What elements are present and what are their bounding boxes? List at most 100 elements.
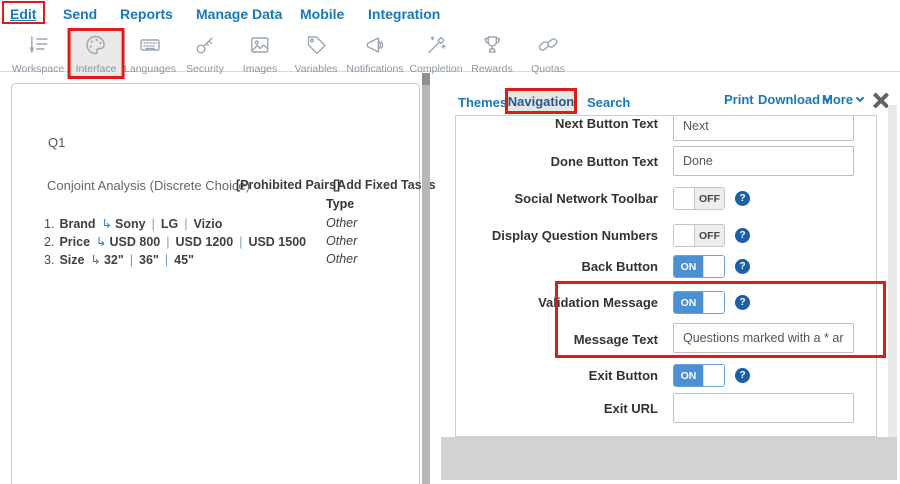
chain-icon: [536, 33, 560, 62]
attribute-number: 2.: [44, 235, 54, 249]
toolbar-item-label: Interface: [76, 63, 117, 75]
toggle-knob: [703, 256, 724, 277]
message-text-input[interactable]: [673, 323, 854, 353]
scrollbar-thumb[interactable]: [422, 73, 430, 85]
attribute-type: Other: [326, 252, 357, 266]
form-footer: Save Changes Cancel: [441, 437, 897, 480]
nav-item-edit[interactable]: Edit: [10, 6, 36, 22]
attribute-level: Sony: [115, 217, 146, 231]
toggle-state-label: ON: [674, 365, 703, 386]
nav-item-reports[interactable]: Reports: [120, 6, 173, 22]
toolbar-item-languages[interactable]: Languages: [116, 28, 184, 79]
survey-preview-panel: Q1 Conjoint Analysis (Discrete Choice) […: [11, 83, 420, 484]
tab-search[interactable]: Search: [587, 95, 630, 110]
social-network-toolbar-label: Social Network Toolbar: [456, 191, 658, 206]
next-button-text-label: Next Button Text: [456, 116, 658, 131]
tag-icon: [304, 33, 328, 62]
nav-item-integration[interactable]: Integration: [368, 6, 440, 22]
toolbar-item-label: Quotas: [531, 63, 565, 75]
palette-icon: [84, 33, 108, 62]
attribute-name: Price: [59, 235, 90, 249]
toggle-knob: [674, 225, 695, 246]
help-icon[interactable]: [735, 368, 750, 383]
attribute-row-brand[interactable]: 1.Brand↳Sony|LG|Vizio: [44, 216, 222, 231]
attribute-level: USD 800: [110, 235, 161, 249]
attribute-name: Size: [59, 253, 84, 267]
social-network-toolbar-toggle[interactable]: OFF: [673, 187, 725, 210]
print-link[interactable]: Print: [724, 92, 754, 107]
nav-item-send[interactable]: Send: [63, 6, 97, 22]
edit-toolbar: Workspace Interface Languages Security I…: [0, 30, 900, 72]
done-button-text-label: Done Button Text: [456, 154, 658, 169]
back-button-toggle[interactable]: ON: [673, 255, 725, 278]
attribute-number: 1.: [44, 217, 54, 231]
toolbar-item-label: Completion: [409, 63, 462, 75]
help-icon[interactable]: [735, 259, 750, 274]
validation-message-toggle[interactable]: ON: [673, 291, 725, 314]
level-arrow-icon: ↳: [96, 234, 106, 249]
level-separator: |: [239, 235, 242, 249]
image-icon: [248, 33, 272, 62]
display-question-numbers-toggle[interactable]: OFF: [673, 224, 725, 247]
level-separator: |: [130, 253, 133, 267]
toolbar-item-label: Rewards: [471, 63, 512, 75]
toolbar-item-rewards[interactable]: Rewards: [463, 28, 520, 79]
close-icon[interactable]: [872, 92, 889, 109]
nav-item-mobile[interactable]: Mobile: [300, 6, 344, 22]
level-separator: |: [165, 253, 168, 267]
level-arrow-icon: ↳: [90, 252, 100, 267]
add-fixed-tasks-link[interactable]: [Add Fixed Tasks: [333, 178, 436, 192]
validation-message-label: Validation Message: [456, 295, 658, 310]
megaphone-icon: [363, 33, 387, 62]
toolbar-item-images[interactable]: Images: [235, 28, 285, 79]
more-link[interactable]: More: [822, 92, 863, 107]
attribute-level: USD 1500: [248, 235, 306, 249]
attribute-row-price[interactable]: 2.Price↳USD 800|USD 1200|USD 1500: [44, 234, 306, 249]
attribute-row-size[interactable]: 3.Size↳32"|36"|45": [44, 252, 194, 267]
help-icon[interactable]: [735, 295, 750, 310]
attribute-type: Other: [326, 234, 357, 248]
toolbar-item-security[interactable]: Security: [178, 28, 232, 79]
next-button-text-input[interactable]: [673, 115, 854, 141]
toolbar-item-variables[interactable]: Variables: [287, 28, 346, 79]
tab-themes[interactable]: Themes: [458, 95, 507, 110]
download-link[interactable]: Download: [758, 92, 830, 107]
done-button-text-input[interactable]: [673, 146, 854, 176]
more-label: More: [822, 92, 853, 107]
panel-scrollbar[interactable]: [888, 105, 897, 437]
toggle-knob: [703, 292, 724, 313]
display-question-numbers-label: Display Question Numbers: [456, 228, 658, 243]
navigation-settings-form: Next Button Text Done Button Text Social…: [455, 115, 877, 437]
toolbar-item-label: Workspace: [12, 63, 64, 75]
prohibited-pairs-link[interactable]: [Prohibited Pairs]: [236, 178, 340, 192]
keyboard-icon: [138, 33, 162, 62]
toolbar-item-workspace[interactable]: Workspace: [4, 28, 72, 79]
help-icon[interactable]: [735, 191, 750, 206]
vertical-scrollbar[interactable]: [422, 73, 430, 484]
tab-navigation-label: Navigation: [508, 94, 574, 109]
level-separator: |: [166, 235, 169, 249]
toggle-knob: [674, 188, 695, 209]
level-separator: |: [184, 217, 187, 231]
help-icon[interactable]: [735, 228, 750, 243]
wand-icon: [424, 33, 448, 62]
attribute-level: Vizio: [193, 217, 222, 231]
toggle-state-label: ON: [674, 256, 703, 277]
toolbar-item-label: Languages: [124, 63, 176, 75]
attribute-name: Brand: [59, 217, 95, 231]
exit-url-input[interactable]: [673, 393, 854, 423]
level-arrow-icon: ↳: [102, 216, 112, 231]
exit-button-label: Exit Button: [456, 368, 658, 383]
attribute-level: 36": [139, 253, 159, 267]
toolbar-item-quotas[interactable]: Quotas: [523, 28, 573, 79]
download-label: Download: [758, 92, 820, 107]
toolbar-item-completion[interactable]: Completion: [401, 28, 470, 79]
tab-navigation[interactable]: Navigation: [505, 88, 577, 114]
message-text-label: Message Text: [456, 332, 658, 347]
exit-url-label: Exit URL: [456, 401, 658, 416]
question-code: Q1: [48, 135, 65, 150]
nav-item-manage-data[interactable]: Manage Data: [196, 6, 282, 22]
exit-button-toggle[interactable]: ON: [673, 364, 725, 387]
trophy-icon: [480, 33, 504, 62]
key-icon: [193, 33, 217, 62]
